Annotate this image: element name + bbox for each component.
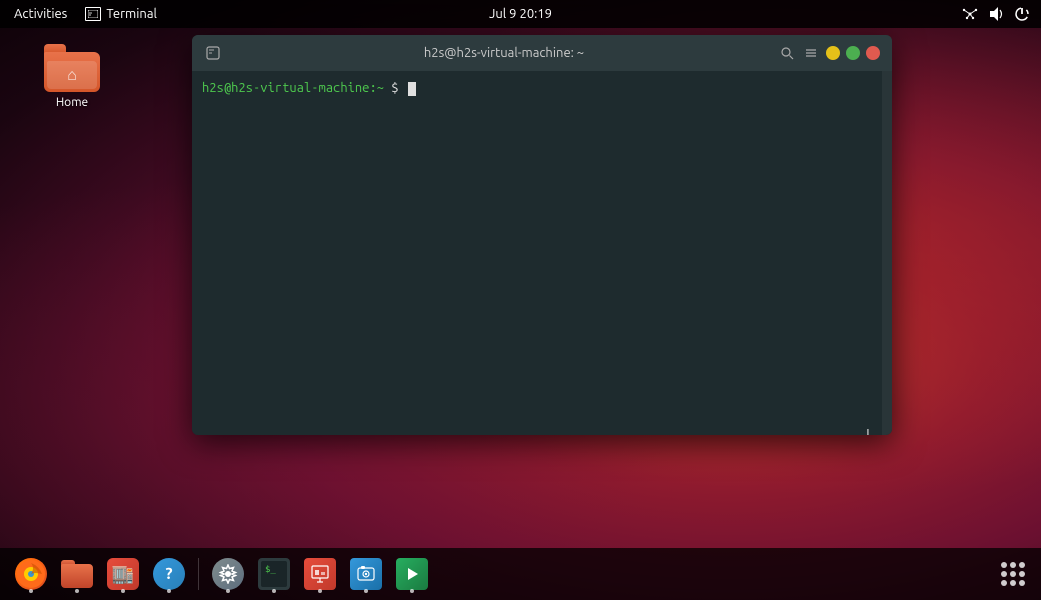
folder-inner: ⌂ [47, 61, 97, 89]
dock-item-terminal[interactable]: $_ [253, 553, 295, 595]
settings-dot [226, 589, 230, 593]
presentation-dot [318, 589, 322, 593]
terminal-dock-icon: $_ [258, 558, 290, 590]
help-icon: ? [153, 558, 185, 590]
grid-dot-5 [1010, 571, 1016, 577]
terminal-dock-inner: $_ [261, 561, 287, 587]
apps-grid-icon [1001, 562, 1025, 586]
prompt-symbol: $ [384, 81, 406, 95]
dock-item-shotwell[interactable] [345, 553, 387, 595]
home-symbol: ⌂ [67, 66, 77, 85]
terminal-titlebar: h2s@h2s-virtual-machine: ~ [192, 35, 892, 71]
folder-body: ⌂ [44, 52, 100, 92]
home-icon-label: Home [56, 96, 88, 109]
software-dot [121, 589, 125, 593]
volume-icon[interactable] [987, 5, 1005, 23]
menu-button[interactable] [802, 44, 820, 62]
topbar-datetime: Jul 9 20:19 [489, 7, 552, 21]
terminal-title-text: h2s@h2s-virtual-machine: ~ [230, 46, 778, 60]
folder-graphic: ⌂ [44, 44, 100, 92]
search-button[interactable] [778, 44, 796, 62]
terminal-cursor [408, 82, 416, 96]
dock-item-presentation[interactable] [299, 553, 341, 595]
files-body [61, 564, 93, 588]
presentation-icon [304, 558, 336, 590]
dock: 🏬 ? $_ [0, 548, 1041, 600]
show-apps-button[interactable] [995, 556, 1031, 592]
terminal-window: h2s@h2s-virtual-machine: ~ [192, 35, 892, 435]
dock-item-settings[interactable] [207, 553, 249, 595]
grid-dot-8 [1010, 580, 1016, 586]
home-icon[interactable]: ⌂ Home [38, 38, 106, 115]
sys-icons [961, 5, 1031, 23]
terminal-title-area: h2s@h2s-virtual-machine: ~ [204, 44, 778, 62]
dock-item-rhythmbox[interactable] [391, 553, 433, 595]
rhythmbox-icon [396, 558, 428, 590]
desktop: Activities Terminal Jul 9 20:19 [0, 0, 1041, 600]
grid-dot-9 [1019, 580, 1025, 586]
minimize-button[interactable] [826, 46, 840, 60]
terminal-topbar-label: Terminal [106, 7, 157, 21]
grid-dot-4 [1001, 571, 1007, 577]
terminal-dot [272, 589, 276, 593]
network-icon[interactable] [961, 5, 979, 23]
files-dot [75, 589, 79, 593]
grid-dot-6 [1019, 571, 1025, 577]
grid-dot-2 [1010, 562, 1016, 568]
power-icon[interactable] [1013, 5, 1031, 23]
grid-dot-7 [1001, 580, 1007, 586]
shotwell-icon [350, 558, 382, 590]
rhythmbox-dot [410, 589, 414, 593]
terminal-scrollbar[interactable] [882, 71, 892, 435]
terminal-prompt: h2s@h2s-virtual-machine:~ $ [202, 79, 882, 97]
window-buttons [826, 46, 880, 60]
topbar-right [961, 5, 1041, 23]
activities-button[interactable]: Activities [8, 0, 73, 28]
software-icon: 🏬 [107, 558, 139, 590]
firefox-icon [15, 558, 47, 590]
grid-dot-3 [1019, 562, 1025, 568]
topbar-left: Activities Terminal [0, 0, 157, 28]
dock-item-software[interactable]: 🏬 [102, 553, 144, 595]
dock-separator-1 [198, 558, 199, 590]
help-dot [167, 589, 171, 593]
dock-item-firefox[interactable] [10, 553, 52, 595]
ibeam-cursor: I [866, 426, 870, 435]
terminal-topbar-icon [85, 7, 101, 21]
prompt-user: h2s@h2s-virtual-machine: [202, 81, 377, 95]
maximize-button[interactable] [846, 46, 860, 60]
grid-dot-1 [1001, 562, 1007, 568]
terminal-controls [778, 44, 880, 62]
terminal-indicator[interactable]: Terminal [85, 7, 157, 21]
prompt-path: ~ [377, 81, 384, 95]
shotwell-dot [364, 589, 368, 593]
close-button[interactable] [866, 46, 880, 60]
new-tab-button[interactable] [204, 44, 222, 62]
firefox-dot [29, 589, 33, 593]
dock-item-files[interactable] [56, 553, 98, 595]
files-icon [61, 560, 93, 588]
settings-icon [212, 558, 244, 590]
topbar: Activities Terminal Jul 9 20:19 [0, 0, 1041, 28]
terminal-content[interactable]: h2s@h2s-virtual-machine:~ $ I [192, 71, 892, 435]
term-prompt-mini: $_ [265, 565, 276, 575]
dock-item-help[interactable]: ? [148, 553, 190, 595]
